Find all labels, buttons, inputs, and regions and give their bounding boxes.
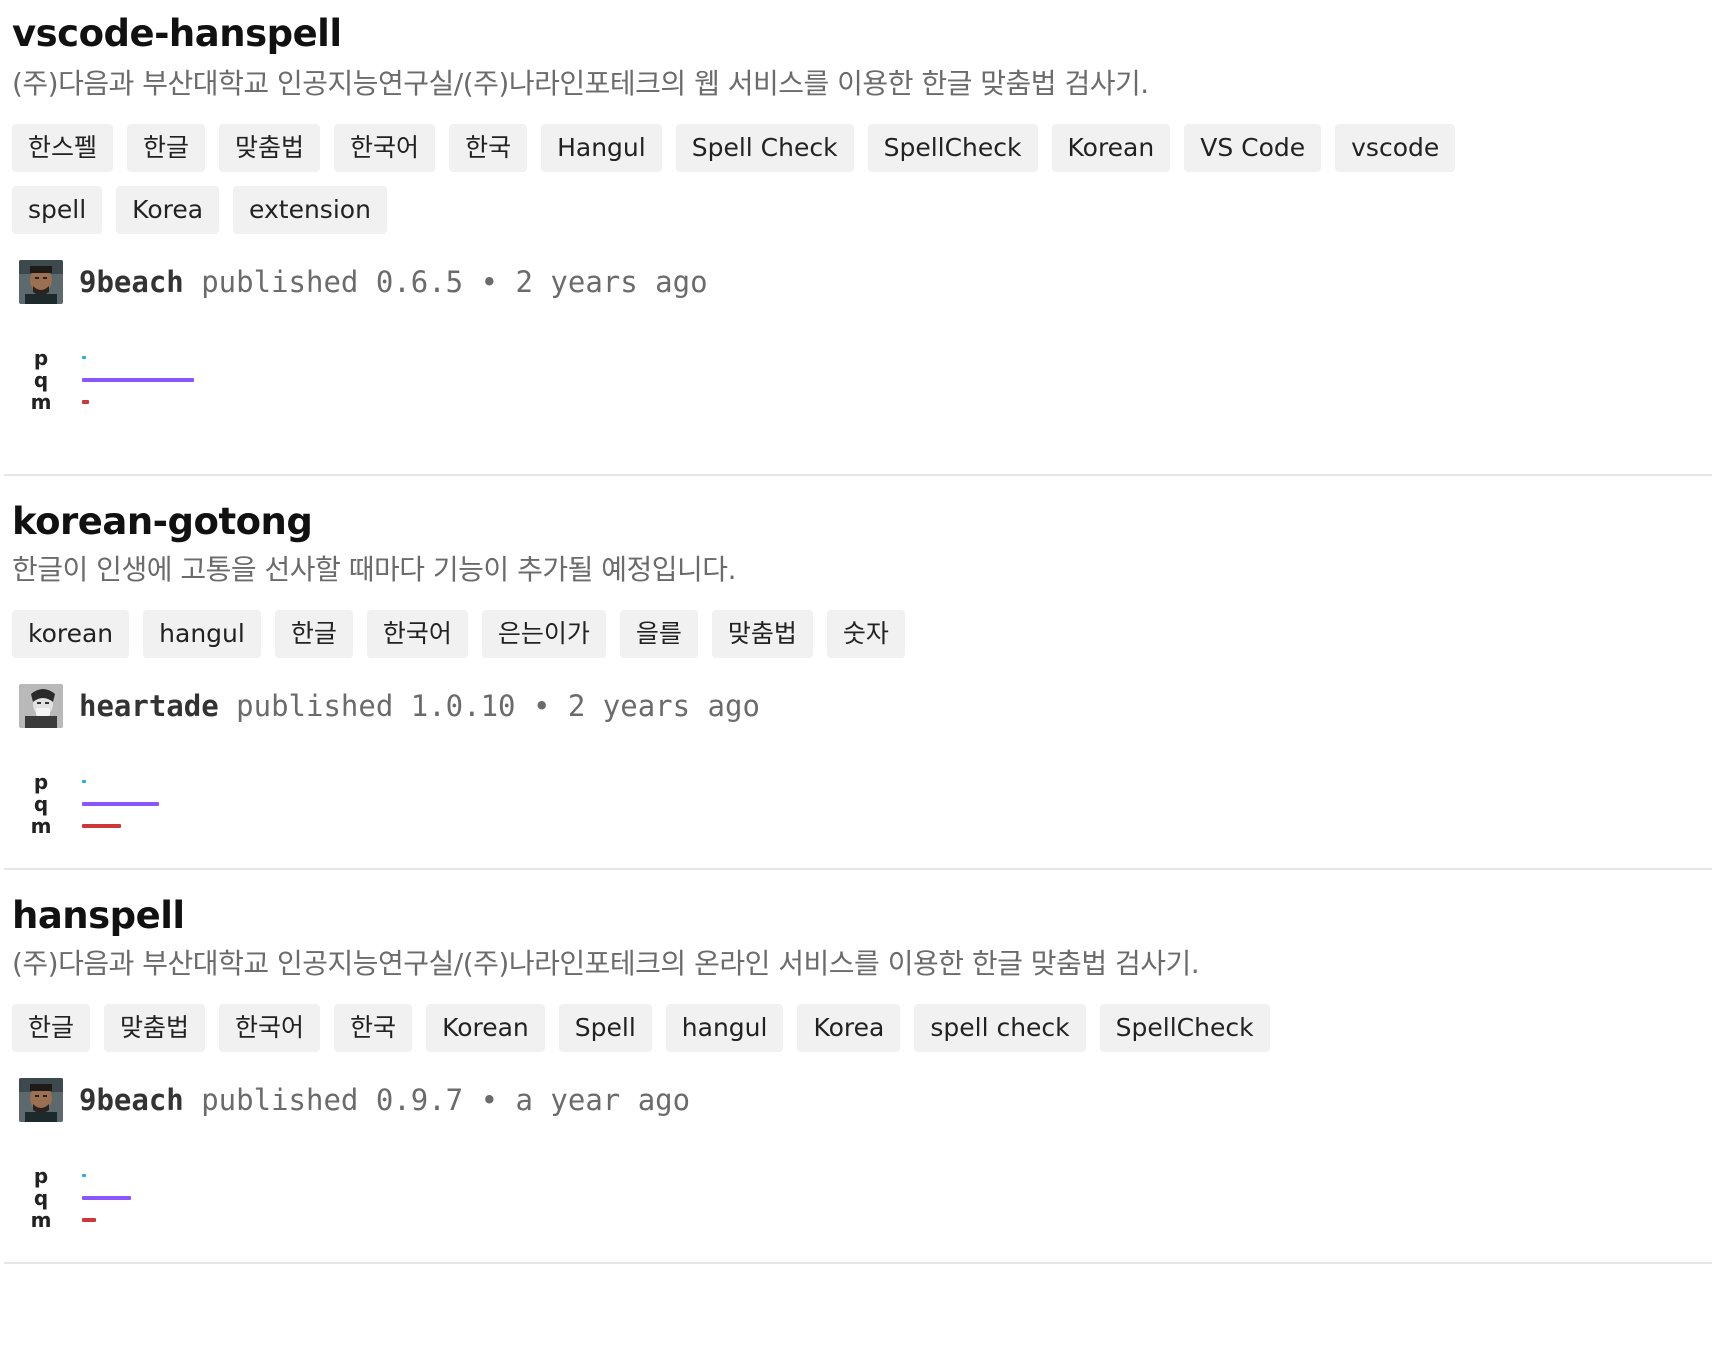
- publisher-line: 9beach published 0.9.7 • a year ago: [12, 1076, 1712, 1124]
- publish-info: published 0.9.7 • a year ago: [183, 1083, 691, 1117]
- keyword-tag[interactable]: extension: [233, 186, 387, 234]
- publisher-name[interactable]: 9beach: [79, 265, 184, 299]
- publisher-line: 9beach published 0.6.5 • 2 years ago: [12, 258, 1712, 306]
- keyword-tag[interactable]: 한국: [449, 124, 528, 172]
- keyword-tag[interactable]: 맞춤법: [219, 124, 321, 172]
- score-bars: p q m: [12, 1164, 1712, 1244]
- score-row-popularity: p: [26, 770, 482, 794]
- keyword-tag[interactable]: SpellCheck: [1099, 1004, 1270, 1052]
- keyword-tag[interactable]: 한글: [274, 610, 353, 658]
- avatar[interactable]: [19, 260, 63, 304]
- keyword-tag[interactable]: Hangul: [541, 124, 662, 172]
- keyword-tag[interactable]: spell: [12, 186, 103, 234]
- package-name[interactable]: korean-gotong: [12, 498, 313, 546]
- keyword-tag[interactable]: 숫자: [826, 610, 905, 658]
- score-row-popularity: p: [26, 346, 482, 370]
- score-row-quality: q: [26, 792, 482, 816]
- keyword-tag[interactable]: Spell Check: [675, 124, 854, 172]
- keyword-list: 한스펠 한글 맞춤법 한국어 한국 Hangul Spell Check Spe…: [12, 124, 1512, 234]
- avatar[interactable]: [19, 684, 63, 728]
- popularity-bar: [82, 356, 86, 359]
- keyword-tag[interactable]: 맞춤법: [711, 610, 813, 658]
- quality-bar: [82, 378, 194, 382]
- keyword-list: 한글 맞춤법 한국어 한국 Korean Spell hangul Korea …: [12, 1004, 1512, 1052]
- search-results: vscode-hanspell (주)다음과 부산대학교 인공지능연구실/(주)…: [0, 0, 1712, 1264]
- publisher-name[interactable]: 9beach: [79, 1083, 184, 1117]
- keyword-tag[interactable]: 한스펠: [12, 124, 114, 172]
- package-card: hanspell (주)다음과 부산대학교 인공지능연구실/(주)나라인포테크의…: [4, 870, 1712, 1264]
- score-label: m: [30, 814, 52, 838]
- publisher-name[interactable]: heartade: [79, 689, 219, 723]
- keyword-tag[interactable]: 맞춤법: [104, 1004, 206, 1052]
- publish-info: published 0.6.5 • 2 years ago: [183, 265, 708, 299]
- publisher-line: heartade published 1.0.10 • 2 years ago: [12, 682, 1712, 730]
- keyword-tag[interactable]: Korea: [797, 1004, 901, 1052]
- score-label: p: [33, 346, 49, 370]
- score-label: q: [33, 368, 49, 392]
- avatar[interactable]: [19, 1078, 63, 1122]
- score-label: p: [33, 770, 49, 794]
- popularity-bar: [82, 1174, 86, 1177]
- keyword-tag[interactable]: 한글: [12, 1004, 91, 1052]
- score-row-quality: q: [26, 1186, 482, 1210]
- package-card: korean-gotong 한글이 인생에 고통을 선사할 때마다 기능이 추가…: [4, 476, 1712, 870]
- score-row-maintenance: m: [26, 390, 482, 414]
- package-description: 한글이 인생에 고통을 선사할 때마다 기능이 추가될 예정입니다.: [12, 553, 736, 586]
- score-row-popularity: p: [26, 1164, 482, 1188]
- maintenance-bar: [82, 400, 89, 404]
- score-label: p: [33, 1164, 49, 1188]
- score-row-quality: q: [26, 368, 482, 392]
- keyword-tag[interactable]: 을를: [619, 610, 698, 658]
- keyword-tag[interactable]: Korean: [426, 1004, 545, 1052]
- publish-info: published 1.0.10 • 2 years ago: [218, 689, 760, 723]
- quality-bar: [82, 802, 159, 806]
- package-description: (주)다음과 부산대학교 인공지능연구실/(주)나라인포테크의 웹 서비스를 이…: [12, 67, 1149, 100]
- maintenance-bar: [82, 824, 121, 828]
- package-name[interactable]: vscode-hanspell: [12, 10, 342, 58]
- keyword-tag[interactable]: Korea: [116, 186, 220, 234]
- quality-bar: [82, 1196, 131, 1200]
- keyword-tag[interactable]: hangul: [665, 1004, 784, 1052]
- package-description: (주)다음과 부산대학교 인공지능연구실/(주)나라인포테크의 온라인 서비스를…: [12, 947, 1200, 980]
- popularity-bar: [82, 780, 86, 783]
- package-card: vscode-hanspell (주)다음과 부산대학교 인공지능연구실/(주)…: [4, 0, 1712, 476]
- keyword-tag[interactable]: 한글: [127, 124, 206, 172]
- score-label: q: [33, 792, 49, 816]
- score-label: q: [33, 1186, 49, 1210]
- score-bars: p q m: [12, 770, 1712, 850]
- score-row-maintenance: m: [26, 814, 482, 838]
- keyword-tag[interactable]: SpellCheck: [867, 124, 1038, 172]
- keyword-tag[interactable]: vscode: [1335, 124, 1456, 172]
- keyword-tag[interactable]: 한국어: [334, 124, 436, 172]
- keyword-tag[interactable]: 은는이가: [481, 610, 606, 658]
- score-label: m: [30, 1208, 52, 1232]
- keyword-tag[interactable]: hangul: [143, 610, 261, 658]
- maintenance-bar: [82, 1218, 96, 1222]
- score-row-maintenance: m: [26, 1208, 482, 1232]
- keyword-tag[interactable]: 한국어: [366, 610, 468, 658]
- keyword-tag[interactable]: 한국어: [219, 1004, 321, 1052]
- keyword-tag[interactable]: korean: [12, 610, 130, 658]
- package-name[interactable]: hanspell: [12, 892, 185, 940]
- score-label: m: [30, 390, 52, 414]
- keyword-tag[interactable]: VS Code: [1184, 124, 1322, 172]
- keyword-tag[interactable]: 한국: [334, 1004, 413, 1052]
- keyword-tag[interactable]: Spell: [558, 1004, 652, 1052]
- score-bars: p q m: [12, 346, 1712, 426]
- keyword-tag[interactable]: spell check: [914, 1004, 1086, 1052]
- keyword-list: korean hangul 한글 한국어 은는이가 을를 맞춤법 숫자: [12, 610, 1512, 658]
- keyword-tag[interactable]: Korean: [1051, 124, 1171, 172]
